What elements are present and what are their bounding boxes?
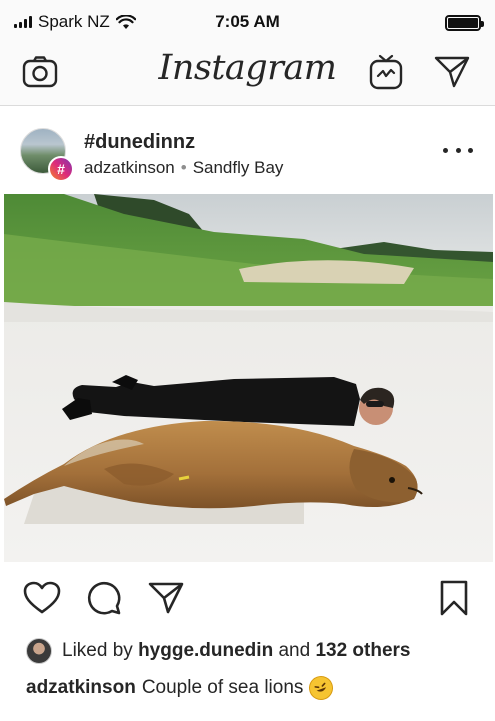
instagram-logo: Instagram xyxy=(158,48,337,88)
post-location[interactable]: Sandfly Bay xyxy=(193,158,284,178)
save-button[interactable] xyxy=(434,578,474,618)
igtv-button[interactable] xyxy=(366,52,406,92)
liker-username[interactable]: hygge.dunedin xyxy=(138,640,273,662)
igtv-icon xyxy=(369,54,403,90)
post-actions xyxy=(0,562,495,632)
more-dot-icon xyxy=(455,147,461,153)
status-time: 7:05 AM xyxy=(215,12,280,31)
comment-button[interactable] xyxy=(84,578,124,618)
share-icon xyxy=(148,582,184,614)
direct-message-button[interactable] xyxy=(432,52,472,92)
post-username[interactable]: adzatkinson xyxy=(84,158,175,178)
liker-avatar[interactable] xyxy=(26,638,52,664)
likes-prefix: Liked by xyxy=(62,640,133,661)
direct-message-icon xyxy=(434,56,470,88)
post-header: # #dunedinnz adzatkinson • Sandfly Bay xyxy=(0,106,495,194)
status-bar: Spark NZ 7:05 AM xyxy=(0,0,495,44)
likes-middle: and xyxy=(278,640,311,661)
heart-icon xyxy=(23,581,61,614)
caption-username[interactable]: adzatkinson xyxy=(26,677,136,699)
meta-separator: • xyxy=(180,158,187,177)
likes-count-link[interactable]: 132 others xyxy=(315,640,410,662)
hashtag-badge: # xyxy=(48,156,74,182)
like-button[interactable] xyxy=(22,578,62,618)
battery-icon xyxy=(445,15,484,31)
more-dot-icon xyxy=(468,147,473,153)
caption-text: Couple of sea lions xyxy=(141,677,304,698)
post-photo-illustration xyxy=(4,194,493,562)
more-dot-icon xyxy=(443,147,448,153)
likes-row: Liked by hygge.dunedin and 132 others xyxy=(26,636,410,666)
post-photo[interactable] xyxy=(4,194,493,562)
share-button[interactable] xyxy=(146,578,186,618)
bookmark-icon xyxy=(440,580,468,616)
post-hashtag-title[interactable]: #dunedinnz xyxy=(84,131,195,154)
post-meta: adzatkinson • Sandfly Bay xyxy=(84,158,283,178)
caption-row: adzatkinson Couple of sea lions xyxy=(26,672,337,704)
more-options-button[interactable] xyxy=(443,140,473,160)
app-header: Instagram xyxy=(0,44,495,106)
rolling-laughing-emoji-icon xyxy=(306,672,337,704)
comment-icon xyxy=(87,581,121,615)
